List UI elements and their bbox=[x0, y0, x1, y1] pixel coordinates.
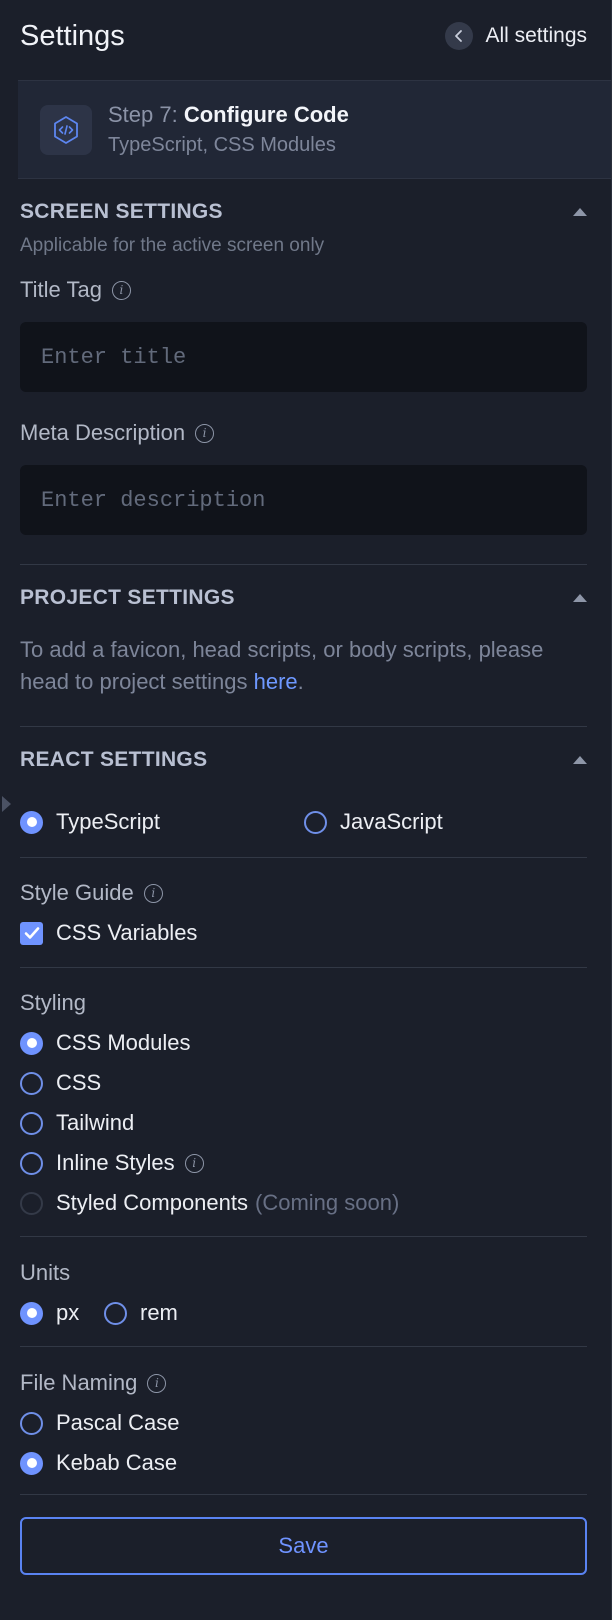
save-button[interactable]: Save bbox=[20, 1517, 587, 1575]
radio-indicator bbox=[20, 1301, 43, 1325]
radio-tailwind[interactable]: Tailwind bbox=[20, 1110, 134, 1136]
styling-label-text: Styling bbox=[20, 990, 87, 1015]
panel-resize-handle[interactable] bbox=[2, 796, 11, 812]
radio-label: JavaScript bbox=[340, 809, 443, 834]
radio-indicator bbox=[20, 1451, 43, 1475]
radio-indicator bbox=[20, 810, 43, 834]
units-label-text: Units bbox=[20, 1260, 71, 1285]
divider bbox=[20, 1494, 587, 1495]
meta-description-label-row: Meta Description i bbox=[20, 420, 215, 446]
radio-kebab-case[interactable]: Kebab Case bbox=[20, 1450, 177, 1476]
all-settings-label: All settings bbox=[485, 24, 587, 47]
collapse-project-settings-icon[interactable] bbox=[573, 594, 587, 602]
step-title: Step 7: Configure Code bbox=[108, 102, 349, 128]
step-card: Step 7: Configure Code TypeScript, CSS M… bbox=[18, 80, 611, 179]
collapse-react-settings-icon[interactable] bbox=[573, 756, 587, 764]
all-settings-button[interactable]: All settings bbox=[445, 22, 587, 50]
project-settings-title: PROJECT SETTINGS bbox=[20, 586, 235, 609]
radio-label: rem bbox=[140, 1300, 178, 1325]
code-icon bbox=[40, 104, 92, 155]
divider bbox=[20, 726, 587, 727]
title-tag-label: Title Tag bbox=[20, 277, 102, 302]
radio-indicator bbox=[20, 1151, 43, 1175]
step-text: Step 7: Configure Code TypeScript, CSS M… bbox=[108, 102, 349, 157]
step-number: Step 7: bbox=[108, 102, 178, 127]
radio-indicator bbox=[104, 1301, 127, 1325]
divider bbox=[20, 967, 587, 968]
title-input[interactable] bbox=[20, 322, 587, 392]
project-settings-link[interactable]: here bbox=[254, 669, 298, 694]
radio-label: Styled Components bbox=[56, 1190, 248, 1215]
project-settings-header: PROJECT SETTINGS bbox=[20, 586, 587, 610]
checkbox-css-variables[interactable]: CSS Variables bbox=[20, 920, 197, 946]
radio-label: Kebab Case bbox=[56, 1450, 178, 1475]
radio-indicator bbox=[20, 1111, 43, 1135]
settings-panel: Settings All settings Step 7: Configure … bbox=[0, 0, 612, 1620]
project-settings-text: To add a favicon, head scripts, or body … bbox=[20, 634, 587, 698]
radio-indicator bbox=[304, 810, 327, 834]
radio-pascal-case[interactable]: Pascal Case bbox=[20, 1410, 180, 1436]
radio-label: Pascal Case bbox=[56, 1410, 180, 1435]
styling-label: Styling bbox=[20, 990, 86, 1016]
radio-indicator bbox=[20, 1071, 43, 1095]
page-title: Settings bbox=[20, 19, 125, 52]
divider bbox=[20, 1236, 587, 1237]
divider bbox=[20, 1346, 587, 1347]
chevron-left-icon bbox=[445, 22, 474, 50]
settings-header: Settings All settings bbox=[20, 14, 587, 58]
units-label: Units bbox=[20, 1260, 70, 1286]
radio-label: CSS bbox=[56, 1070, 102, 1095]
radio-css-modules[interactable]: CSS Modules bbox=[20, 1030, 191, 1056]
info-icon[interactable]: i bbox=[143, 883, 163, 903]
radio-label: Inline Styles bbox=[56, 1150, 175, 1175]
screen-settings-subtitle: Applicable for the active screen only bbox=[20, 235, 325, 256]
radio-label: px bbox=[56, 1300, 80, 1325]
radio-css[interactable]: CSS bbox=[20, 1070, 101, 1096]
step-summary: TypeScript, CSS Modules bbox=[108, 134, 336, 156]
info-icon[interactable]: i bbox=[195, 423, 215, 443]
style-guide-label-row: Style Guide i bbox=[20, 880, 163, 906]
checkbox-checked-icon bbox=[20, 921, 43, 945]
radio-indicator bbox=[20, 1031, 43, 1055]
coming-soon-label: (Coming soon) bbox=[255, 1190, 400, 1215]
radio-typescript[interactable]: TypeScript bbox=[20, 809, 160, 835]
step-name: Configure Code bbox=[183, 102, 349, 127]
collapse-screen-settings-icon[interactable] bbox=[573, 208, 587, 216]
checkbox-label: CSS Variables bbox=[56, 920, 198, 945]
title-tag-label-row: Title Tag i bbox=[20, 277, 131, 303]
screen-settings-title: SCREEN SETTINGS bbox=[20, 200, 223, 223]
radio-px[interactable]: px bbox=[20, 1300, 79, 1326]
react-settings-title: REACT SETTINGS bbox=[20, 748, 208, 771]
divider bbox=[20, 857, 587, 858]
meta-description-label: Meta Description bbox=[20, 420, 186, 445]
file-naming-label-row: File Naming i bbox=[20, 1370, 167, 1396]
description-input[interactable] bbox=[20, 465, 587, 535]
info-icon[interactable]: i bbox=[184, 1153, 204, 1173]
radio-styled-components: Styled Components (Coming soon) bbox=[20, 1190, 399, 1216]
radio-label: TypeScript bbox=[56, 809, 160, 834]
file-naming-label: File Naming bbox=[20, 1370, 138, 1395]
radio-javascript[interactable]: JavaScript bbox=[304, 809, 443, 835]
radio-inline-styles[interactable]: Inline Styles i bbox=[20, 1150, 204, 1176]
radio-indicator bbox=[20, 1411, 43, 1435]
radio-label: Tailwind bbox=[56, 1110, 135, 1135]
info-icon[interactable]: i bbox=[147, 1373, 167, 1393]
style-guide-label: Style Guide bbox=[20, 880, 134, 905]
divider bbox=[20, 564, 587, 565]
radio-rem[interactable]: rem bbox=[104, 1300, 178, 1326]
react-settings-header: REACT SETTINGS bbox=[20, 748, 587, 772]
info-icon[interactable]: i bbox=[111, 280, 131, 300]
radio-indicator bbox=[20, 1191, 43, 1215]
radio-label: CSS Modules bbox=[56, 1030, 191, 1055]
project-settings-period: . bbox=[297, 669, 304, 694]
screen-settings-header: SCREEN SETTINGS bbox=[20, 200, 587, 224]
